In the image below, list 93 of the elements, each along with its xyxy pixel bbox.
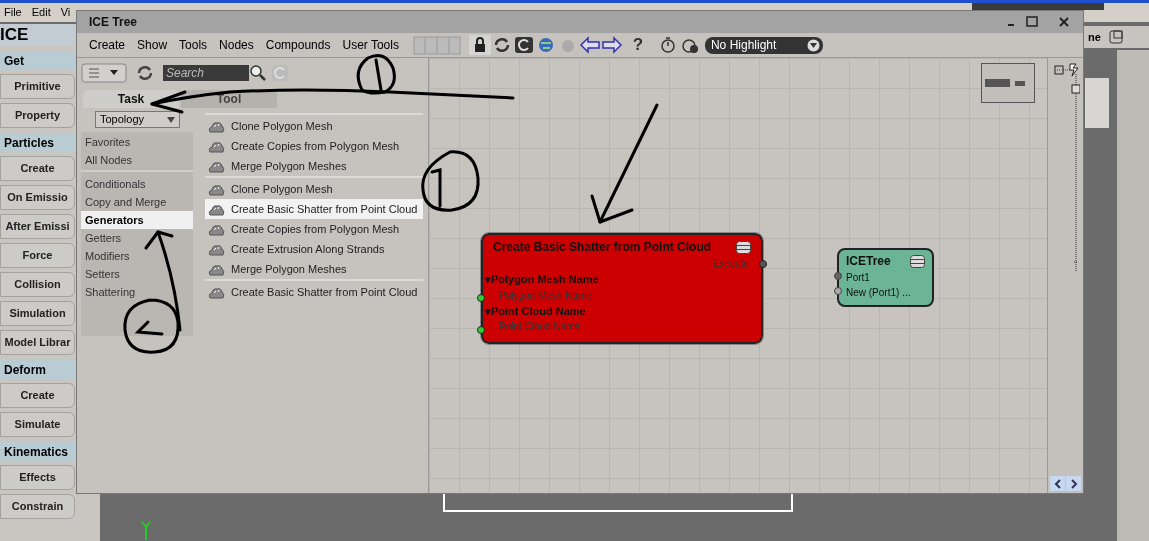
node-name: Create Extrusion Along Strands: [231, 241, 385, 257]
category-item[interactable]: Shattering: [81, 283, 193, 301]
node-list-item[interactable]: Merge Polygon Meshes: [205, 156, 423, 176]
cloud-icon: [208, 285, 225, 299]
menu-item[interactable]: Compounds: [265, 36, 331, 54]
highlight-dropdown[interactable]: No Highlight: [704, 36, 823, 54]
node-menu-icon[interactable]: [910, 254, 925, 268]
tree-outline-icon: [1054, 62, 1080, 272]
search-field[interactable]: Search: [163, 65, 249, 81]
list-menu-icon[interactable]: [81, 63, 127, 83]
node-list-item[interactable]: Create Copies from Polygon Mesh: [205, 219, 423, 239]
scroll-left-button[interactable]: [1050, 476, 1065, 491]
cloud-icon: [208, 262, 225, 276]
toolbar-button[interactable]: Simulate: [0, 412, 75, 437]
scroll-right-button[interactable]: [1066, 476, 1081, 491]
menu-item[interactable]: User Tools: [342, 36, 399, 54]
node-name: Clone Polygon Mesh: [231, 181, 333, 197]
port-group-label: ▾Polygon Mesh Name: [485, 272, 600, 287]
refresh-icon[interactable]: [135, 63, 155, 83]
category-item[interactable]: Generators: [81, 211, 193, 229]
caret-icon: [806, 38, 820, 52]
help-button[interactable]: ?: [626, 32, 649, 58]
window-icon[interactable]: [1108, 30, 1123, 44]
forward-arrow-icon[interactable]: [600, 35, 623, 55]
cloud-icon: [208, 222, 225, 236]
node-name: Create Copies from Polygon Mesh: [231, 221, 400, 237]
minimap[interactable]: [981, 63, 1035, 103]
toolbar-button[interactable]: Create: [0, 383, 75, 408]
node-list-item[interactable]: Create Basic Shatter from Point Cloud: [205, 199, 423, 219]
filter-dropdown[interactable]: Topology: [95, 111, 180, 128]
category-item[interactable]: Getters: [81, 229, 193, 247]
port-label: Point Cloud Name: [498, 320, 582, 334]
category-item[interactable]: Setters: [81, 265, 193, 283]
node-list-item[interactable]: Clone Polygon Mesh: [205, 116, 423, 136]
search-icon[interactable]: [249, 64, 267, 82]
node-name: Create Copies from Polygon Mesh: [231, 138, 400, 154]
cloud-icon: [208, 139, 225, 153]
toolbar-button[interactable]: On Emissio: [0, 185, 75, 210]
toolbar-button[interactable]: Constrain: [0, 494, 75, 519]
port-label: New (Port1) ...: [846, 286, 912, 300]
toolbar-button[interactable]: Primitive: [0, 74, 75, 99]
c-icon[interactable]: [512, 35, 535, 55]
node-menu-icon[interactable]: [736, 240, 751, 254]
chevron-left-icon: [1053, 478, 1062, 489]
category-item[interactable]: All Nodes: [81, 151, 193, 169]
port-label: Port1: [846, 271, 871, 285]
viewport-object: [1085, 78, 1109, 128]
port-label: Polygon Mesh Name: [498, 288, 593, 303]
chevron-right-icon: [1069, 478, 1078, 489]
column-header: ne: [1088, 29, 1101, 45]
graph-node[interactable]: ICETree Port1 New (Port1) ...: [837, 248, 934, 307]
category-item[interactable]: Conditionals: [81, 175, 193, 193]
node-title: Create Basic Shatter from Point Cloud: [493, 239, 712, 256]
toolbar-button[interactable]: Collision: [0, 272, 75, 297]
toolbar-button[interactable]: Effects: [0, 465, 75, 490]
tab[interactable]: Task: [83, 90, 179, 108]
lock-icon[interactable]: [468, 35, 491, 55]
node-list-item[interactable]: Create Copies from Polygon Mesh: [205, 136, 423, 156]
cloud-icon: [208, 202, 225, 216]
menu-item[interactable]: File: [4, 4, 22, 21]
category-item[interactable]: Modifiers: [81, 247, 193, 265]
menu-item[interactable]: Edit: [31, 4, 51, 21]
toolbar-button[interactable]: Property: [0, 103, 75, 128]
port-group-label: ▾Point Cloud Name: [485, 303, 587, 319]
node-list-item[interactable]: Clone Polygon Mesh: [205, 179, 423, 199]
port-label: Execute: [711, 257, 750, 271]
cloud-icon: [208, 182, 225, 196]
toolbar-button[interactable]: Simulation: [0, 301, 75, 326]
menu-item[interactable]: Nodes: [219, 36, 254, 54]
node-name: Create Basic Shatter from Point Cloud: [231, 201, 418, 217]
menu-item[interactable]: Show: [137, 36, 168, 54]
toolbar-button[interactable]: Create: [0, 156, 75, 181]
node-name: Clone Polygon Mesh: [231, 118, 333, 134]
node-list-item[interactable]: Merge Polygon Meshes: [205, 259, 423, 279]
category-item[interactable]: Copy and Merge: [81, 193, 193, 211]
axis-icon: [140, 521, 152, 541]
node-title: ICETree: [846, 253, 891, 270]
cloud-icon: [208, 159, 225, 173]
node-list-item[interactable]: Create Extrusion Along Strands: [205, 239, 423, 259]
toolbar-button[interactable]: Model Librar: [0, 330, 75, 355]
menu-item[interactable]: Tools: [179, 36, 208, 54]
toolbar-button[interactable]: Force: [0, 243, 75, 268]
cloud-icon: [208, 119, 225, 133]
grip-icon[interactable]: [412, 35, 461, 55]
back-arrow-icon[interactable]: [578, 35, 601, 55]
cloud-icon: [208, 242, 225, 256]
node-list-item[interactable]: Create Basic Shatter from Point Cloud: [205, 282, 423, 302]
caret-icon: [167, 116, 175, 123]
node-name: Create Basic Shatter from Point Cloud: [231, 284, 418, 300]
node-name: Merge Polygon Meshes: [231, 261, 347, 277]
toolbar-button[interactable]: After Emissi: [0, 214, 75, 239]
node-name: Merge Polygon Meshes: [231, 158, 347, 174]
menu-item[interactable]: Vi: [60, 4, 71, 21]
